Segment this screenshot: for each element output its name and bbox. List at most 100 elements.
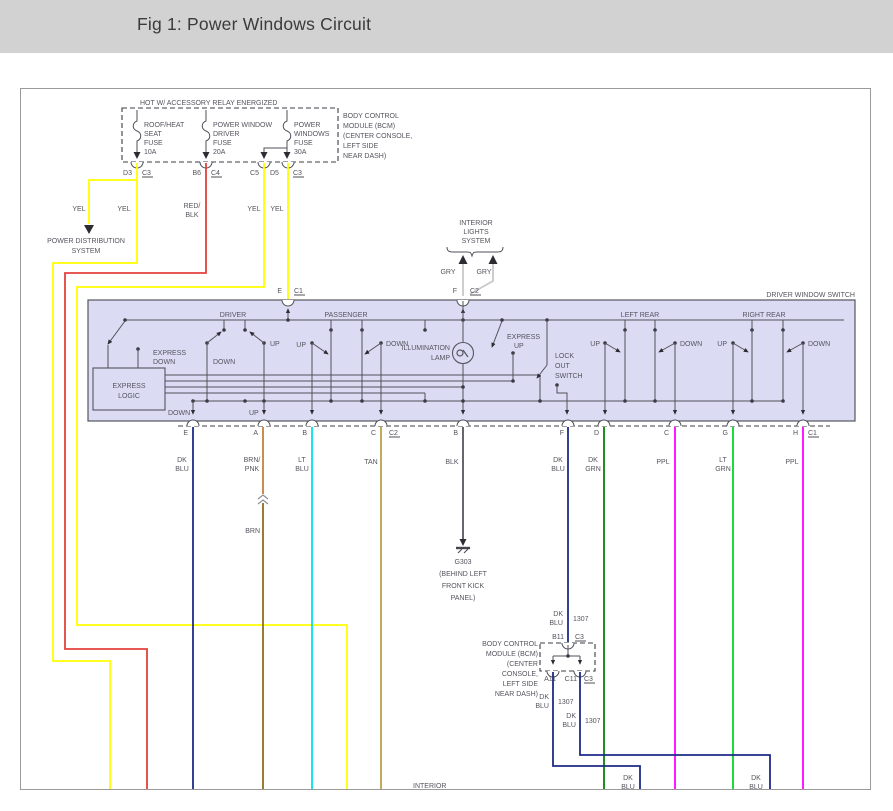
bcm-top-line3: (CENTER CONSOLE,: [343, 133, 412, 140]
power-windows-wiring-page: Fig 1: Power Windows Circuit HOT W/ ACCE…: [0, 0, 893, 811]
pin-c3b: C3: [293, 170, 302, 177]
ref-c1-top: C1: [294, 288, 303, 295]
label-bot-dkblu-c1: DK: [751, 775, 761, 782]
fuse1-line2: SEAT: [144, 131, 162, 138]
express-logic-line1: EXPRESS: [112, 383, 145, 390]
fuse2-line4: 20A: [213, 149, 226, 156]
fuse3-line1: POWER: [294, 122, 320, 129]
label-up-driver: UP: [270, 341, 280, 348]
label-out-down: DOWN: [168, 410, 190, 417]
conn-c1: C: [371, 430, 376, 437]
bcm-top-line2: MODULE (BCM): [343, 123, 395, 130]
power-dist-line2: SYSTEM: [72, 248, 101, 255]
conn-d: D: [594, 430, 599, 437]
lbl-h-ppl: PPL: [785, 459, 798, 466]
label-out-up: UP: [249, 410, 259, 417]
g303-line1: G303: [454, 559, 471, 566]
conn-g: G: [723, 430, 728, 437]
hot-banner: HOT W/ ACCESSORY RELAY ENERGIZED: [140, 100, 277, 107]
conn-b1: B: [302, 430, 307, 437]
conn-b2: B: [453, 430, 458, 437]
lbl-g-1: LT: [719, 457, 727, 464]
lbl-c-ppl: PPL: [656, 459, 669, 466]
label-yel1: YEL: [72, 206, 85, 213]
illum-line1: ILLUMINATION: [402, 345, 451, 352]
int-lights-line3: SYSTEM: [462, 238, 491, 245]
fuse1-line3: FUSE: [144, 140, 163, 147]
fuse3-line2: WINDOWS: [294, 131, 330, 138]
fuse3-line4: 30A: [294, 149, 307, 156]
pin-f: F: [453, 288, 457, 295]
sec-driver: DRIVER: [220, 312, 246, 319]
switchbox-title: DRIVER WINDOW SWITCH: [766, 292, 855, 299]
label-gry1: GRY: [440, 269, 455, 276]
bcm-l2: MODULE (BCM): [486, 651, 538, 658]
lbl-c-tan: TAN: [364, 459, 377, 466]
bcm-l5: LEFT SIDE: [503, 681, 539, 688]
label-interior: INTERIOR: [413, 783, 446, 790]
ref-c1-bottom: C1: [808, 430, 817, 437]
pin-c5: C5: [250, 170, 259, 177]
g303-line3: FRONT KICK: [442, 583, 485, 590]
conn-f: F: [560, 430, 564, 437]
fuse3-line3: FUSE: [294, 140, 313, 147]
lockout-line1: LOCK: [555, 353, 574, 360]
bcm-wiretop-1: DK: [553, 611, 563, 618]
bcm-ckt-c: 1307: [585, 718, 601, 725]
pin-e: E: [277, 288, 282, 295]
bcm-l1: BODY CONTROL: [482, 641, 538, 648]
bcm-wirec-1: DK: [566, 713, 576, 720]
conn-h: H: [793, 430, 798, 437]
sec-right-rear: RIGHT REAR: [742, 312, 785, 319]
bcm-ref-top: C3: [575, 634, 584, 641]
bcm-wirea-2: BLU: [535, 703, 549, 710]
label-down-left-rear: DOWN: [680, 341, 702, 348]
bcm-ckt-a: 1307: [558, 699, 574, 706]
diagram-border: [20, 88, 871, 790]
label-bot-dkblu-a1: DK: [623, 775, 633, 782]
g303-line4: PANEL): [451, 595, 476, 602]
express-down-line2: DOWN: [153, 359, 175, 366]
label-down-right-rear: DOWN: [808, 341, 830, 348]
bcm-pin-b11: B11: [552, 634, 564, 641]
fuse1-line1: ROOF/HEAT: [144, 122, 185, 129]
lbl-d-1: DK: [588, 457, 598, 464]
bcm-top-line5: NEAR DASH): [343, 153, 386, 160]
conn-a: A: [253, 430, 258, 437]
label-yel3: YEL: [247, 206, 260, 213]
label-up-passenger: UP: [296, 342, 306, 349]
label-bot-dkblu-c2: BLU: [749, 784, 763, 791]
ref-c2-bottom: C2: [389, 430, 398, 437]
bcm-wiretop-2: BLU: [549, 620, 563, 627]
fuse2-line3: FUSE: [213, 140, 232, 147]
lbl-f-1: DK: [553, 457, 563, 464]
fuse2-line2: DRIVER: [213, 131, 239, 138]
lbl-b1-2: BLU: [295, 466, 309, 473]
bcm-l4: CONSOLE,: [502, 671, 538, 678]
lbl-g-2: GRN: [715, 466, 731, 473]
lbl-a-1: BRN/: [244, 457, 261, 464]
lockout-line2: OUT: [555, 363, 571, 370]
conn-e: E: [183, 430, 188, 437]
lbl-b1-1: LT: [298, 457, 306, 464]
lbl-e-1: DK: [177, 457, 187, 464]
bcm-pin-c11: C11: [565, 676, 577, 683]
pin-c3a: C3: [142, 170, 151, 177]
express-logic-line2: LOGIC: [118, 393, 140, 400]
label-up-left-rear: UP: [590, 341, 600, 348]
switchbox-rect: [87, 299, 856, 422]
fuse1-line4: 10A: [144, 149, 157, 156]
bcm-wirea-1: DK: [539, 694, 549, 701]
bcm-ckt-top: 1307: [573, 616, 589, 623]
label-yel2: YEL: [117, 206, 130, 213]
label-bot-dkblu-a2: BLU: [621, 784, 635, 791]
pin-d5: D5: [270, 170, 279, 177]
bcm-ref-bot: C3: [584, 676, 593, 683]
label-gry2: GRY: [476, 269, 491, 276]
bcm-top-line4: LEFT SIDE: [343, 143, 379, 150]
label-yel4: YEL: [270, 206, 283, 213]
lbl-e-2: BLU: [175, 466, 189, 473]
illum-line2: LAMP: [431, 355, 450, 362]
label-up-right-rear: UP: [717, 341, 727, 348]
fuse2-line1: POWER WINDOW: [213, 122, 272, 129]
